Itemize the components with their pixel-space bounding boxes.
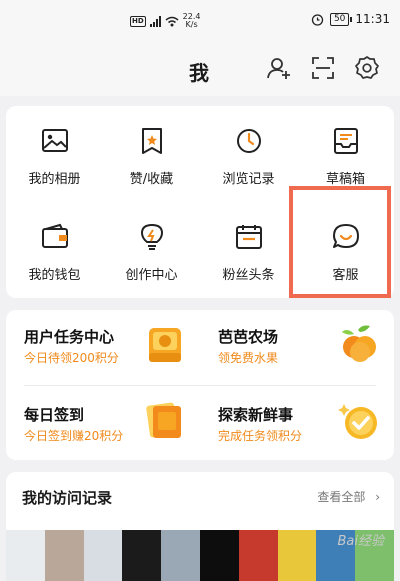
check-medal-icon (338, 404, 377, 439)
task-title: 每日签到 (24, 406, 85, 424)
grid-item-drafts[interactable]: 草稿箱 (297, 106, 394, 196)
grid-item-history[interactable]: 浏览记录 (200, 106, 297, 196)
visit-history-card: 我的访问记录 查看全部 › (6, 472, 394, 581)
task-explore-news[interactable]: 探索新鲜事 完成任务领积分 (200, 388, 394, 460)
page-title: 我 (189, 61, 209, 85)
status-right-indicators: 50 11:31 (311, 12, 390, 26)
history-thumbnail[interactable] (277, 530, 317, 581)
network-speed: 22.4 K/s (183, 13, 201, 29)
page-header: 我 (0, 40, 400, 96)
fans-headline-icon (236, 225, 262, 249)
history-thumbnail[interactable] (83, 530, 123, 581)
grid-item-fans-headline[interactable]: 粉丝头条 (200, 202, 297, 292)
visit-history-thumbnails (6, 530, 394, 581)
visit-history-title: 我的访问记录 (22, 489, 113, 507)
status-bar: HD 22.4 K/s 50 11:31 (0, 0, 400, 40)
checkin-card-icon (146, 402, 181, 438)
watermark: Bai经验 (337, 534, 385, 549)
tasks-card: 用户任务中心 今日待领200积分 芭芭农场 领免费水果 每日签到 今日签到赚20… (6, 310, 394, 460)
hd-badge: HD (130, 15, 146, 27)
grid-label: 创作中心 (125, 268, 178, 283)
history-thumbnail[interactable] (44, 530, 84, 581)
cell-signal-icon (149, 15, 161, 27)
battery-indicator: 50 (329, 12, 353, 26)
view-all-label: 查看全部 (317, 490, 366, 504)
task-subtitle: 完成任务领积分 (218, 429, 303, 443)
fruit-icon (342, 325, 376, 362)
drafts-tray-icon (334, 128, 358, 154)
scan-icon[interactable] (310, 55, 336, 81)
settings-icon[interactable] (354, 55, 380, 81)
task-baba-farm[interactable]: 芭芭农场 领免费水果 (200, 310, 394, 382)
chevron-right-icon: › (375, 490, 380, 504)
history-thumbnail[interactable] (199, 530, 239, 581)
grid-item-wallet[interactable]: 我的钱包 (6, 202, 103, 292)
task-subtitle: 今日待领200积分 (24, 351, 119, 365)
history-thumbnail[interactable] (6, 530, 45, 581)
task-daily-checkin[interactable]: 每日签到 今日签到赚20积分 (6, 388, 200, 460)
history-clock-icon (237, 129, 261, 153)
creation-bulb-icon (141, 224, 163, 250)
task-title: 探索新鲜事 (218, 406, 294, 424)
alarm-icon (311, 13, 324, 26)
wallet-icon (42, 223, 68, 248)
history-thumbnail[interactable] (161, 530, 200, 581)
task-title: 用户任务中心 (24, 328, 115, 346)
grid-label: 草稿箱 (325, 172, 365, 187)
grid-item-creation-center[interactable]: 创作中心 (103, 202, 200, 292)
view-all-link[interactable]: 查看全部 › (317, 488, 380, 505)
photo-album-icon (42, 129, 68, 152)
grid-label: 浏览记录 (222, 172, 275, 187)
history-thumbnail[interactable] (122, 530, 162, 581)
grid-label: 我的钱包 (28, 268, 81, 283)
task-subtitle: 今日签到赚20积分 (24, 429, 124, 443)
task-title: 芭芭农场 (218, 328, 279, 346)
grid-label: 我的相册 (28, 172, 81, 187)
status-left-indicators: HD 22.4 K/s (130, 13, 200, 29)
clock-time: 11:31 (355, 12, 390, 26)
grid-item-photo-album[interactable]: 我的相册 (6, 106, 103, 196)
gold-coin-icon (149, 328, 181, 362)
task-user-center[interactable]: 用户任务中心 今日待领200积分 (6, 310, 200, 382)
grid-label: 粉丝头条 (222, 268, 275, 283)
history-thumbnail[interactable] (238, 530, 278, 581)
customer-service-highlight (289, 186, 391, 298)
speed-unit: K/s (185, 20, 198, 29)
add-friend-icon[interactable] (266, 55, 292, 81)
task-subtitle: 领免费水果 (218, 351, 279, 365)
grid-label: 赞/收藏 (129, 172, 174, 187)
like-favorite-icon (142, 128, 162, 154)
grid-item-like-favorite[interactable]: 赞/收藏 (103, 106, 200, 196)
tasks-divider (24, 385, 376, 386)
wifi-icon (165, 16, 179, 26)
